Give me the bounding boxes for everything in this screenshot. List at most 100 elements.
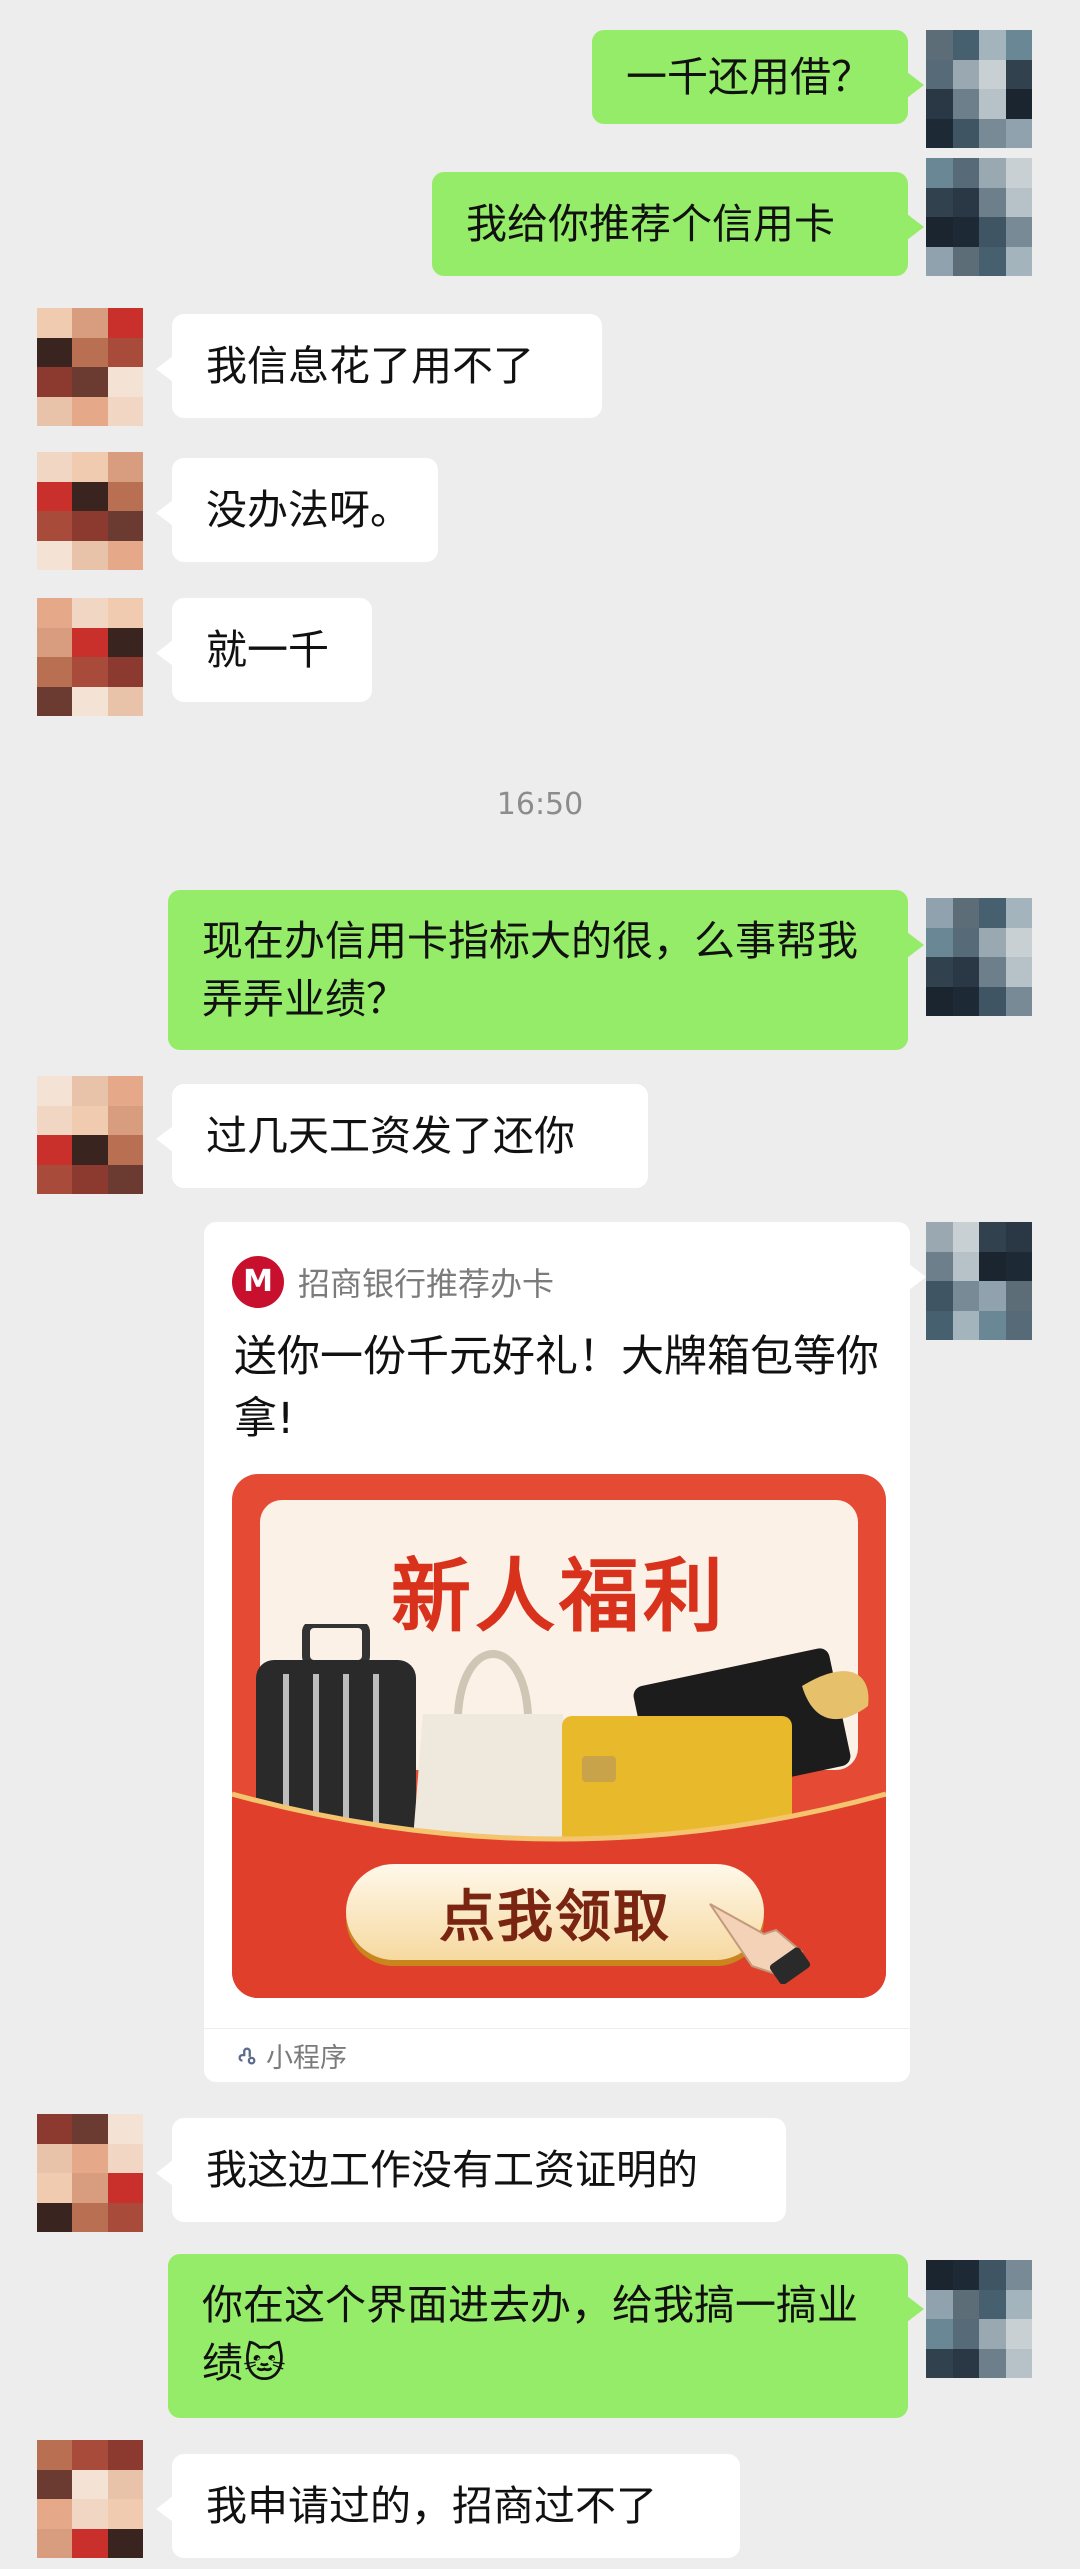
my-avatar[interactable]	[926, 30, 1032, 148]
avatar-mosaic-tile	[37, 2114, 73, 2144]
avatar-mosaic-tile	[37, 452, 73, 482]
avatar-mosaic-tile	[72, 2528, 108, 2558]
avatar-mosaic-tile	[952, 927, 979, 957]
contact-avatar[interactable]	[37, 2114, 143, 2232]
message-bubble-sent[interactable]: 你在这个界面进去办，给我搞一搞业绩🐱	[168, 2254, 924, 2418]
avatar-mosaic-tile	[926, 2348, 953, 2378]
avatar-mosaic-tile	[72, 367, 108, 397]
avatar-mosaic-tile	[72, 481, 108, 511]
message-bubble-sent[interactable]: 现在办信用卡指标大的很，么事帮我弄弄业绩？	[168, 890, 924, 1050]
my-avatar[interactable]	[926, 158, 1032, 276]
avatar-mosaic-tile	[952, 2260, 979, 2290]
avatar-mosaic-tile	[107, 2469, 143, 2499]
avatar-mosaic-tile	[979, 89, 1006, 119]
avatar-mosaic-tile	[37, 627, 73, 657]
cmb-logo-icon	[232, 1256, 284, 1308]
avatar-mosaic-tile	[979, 2260, 1006, 2290]
avatar-mosaic-tile	[72, 1105, 108, 1135]
avatar-mosaic-tile	[72, 686, 108, 716]
card-brand-name: 招商银行推荐办卡	[298, 1265, 555, 1303]
avatar-mosaic-tile	[926, 1222, 953, 1252]
avatar-mosaic-tile	[926, 2319, 953, 2349]
avatar-mosaic-tile	[37, 2143, 73, 2173]
card-banner-image[interactable]: 新人福利 点我领取	[232, 1474, 886, 1998]
my-avatar[interactable]	[926, 1222, 1032, 1340]
avatar-mosaic-tile	[72, 396, 108, 426]
avatar-mosaic-tile	[72, 1164, 108, 1194]
avatar-mosaic-tile	[952, 217, 979, 247]
my-avatar[interactable]	[926, 2260, 1032, 2378]
avatar-mosaic-tile	[926, 246, 953, 276]
chat-timestamp: 16:50	[496, 787, 584, 822]
avatar-mosaic-tile	[952, 2289, 979, 2319]
avatar-mosaic-tile	[72, 337, 108, 367]
avatar-mosaic-tile	[979, 246, 1006, 276]
message-bubble-received[interactable]: 我这边工作没有工资证明的	[156, 2118, 786, 2222]
avatar-mosaic-tile	[72, 511, 108, 541]
contact-avatar[interactable]	[37, 308, 143, 426]
avatar-mosaic-tile	[1005, 1281, 1032, 1311]
avatar-mosaic-tile	[37, 2528, 73, 2558]
avatar-mosaic-tile	[1005, 898, 1032, 928]
avatar-mosaic-tile	[1005, 246, 1032, 276]
avatar-mosaic-tile	[979, 2289, 1006, 2319]
avatar-mosaic-tile	[979, 217, 1006, 247]
avatar-mosaic-tile	[926, 1251, 953, 1281]
avatar-mosaic-tile	[926, 187, 953, 217]
contact-avatar[interactable]	[37, 2440, 143, 2558]
avatar-mosaic-tile	[926, 118, 953, 148]
avatar-mosaic-tile	[72, 1076, 108, 1106]
avatar-mosaic-tile	[1005, 118, 1032, 148]
avatar-mosaic-tile	[979, 898, 1006, 928]
avatar-mosaic-tile	[72, 598, 108, 628]
avatar-mosaic-tile	[979, 1281, 1006, 1311]
avatar-mosaic-tile	[1005, 1310, 1032, 1340]
avatar-mosaic-tile	[979, 1310, 1006, 1340]
message-bubble-received[interactable]: 就一千	[156, 598, 372, 702]
avatar-mosaic-tile	[1005, 2260, 1032, 2290]
avatar-mosaic-tile	[979, 957, 1006, 987]
avatar-mosaic-tile	[72, 2499, 108, 2529]
avatar-mosaic-tile	[107, 481, 143, 511]
avatar-mosaic-tile	[1005, 187, 1032, 217]
avatar-mosaic-tile	[926, 986, 953, 1016]
avatar-mosaic-tile	[1005, 89, 1032, 119]
avatar-mosaic-tile	[37, 337, 73, 367]
avatar-mosaic-tile	[72, 2143, 108, 2173]
message-bubble-received[interactable]: 过几天工资发了还你	[156, 1084, 648, 1188]
avatar-mosaic-tile	[107, 1076, 143, 1106]
avatar-mosaic-tile	[107, 452, 143, 482]
avatar-mosaic-tile	[926, 89, 953, 119]
avatar-mosaic-tile	[926, 2260, 953, 2290]
avatar-mosaic-tile	[107, 367, 143, 397]
card-title: 送你一份千元好礼！大牌箱包等你拿!	[234, 1332, 879, 1444]
avatar-mosaic-tile	[952, 957, 979, 987]
avatar-mosaic-tile	[107, 337, 143, 367]
message-bubble-sent[interactable]: 我给你推荐个信用卡	[432, 172, 924, 276]
avatar-mosaic-tile	[37, 686, 73, 716]
message-bubble-received[interactable]: 我申请过的，招商过不了	[156, 2454, 740, 2558]
contact-avatar[interactable]	[37, 598, 143, 716]
avatar-mosaic-tile	[952, 898, 979, 928]
avatar-mosaic-tile	[72, 657, 108, 687]
avatar-mosaic-tile	[979, 2319, 1006, 2349]
avatar-mosaic-tile	[1005, 2289, 1032, 2319]
my-avatar[interactable]	[926, 898, 1032, 1016]
contact-avatar[interactable]	[37, 1076, 143, 1194]
avatar-mosaic-tile	[37, 481, 73, 511]
card-footer: 小程序	[204, 2028, 910, 2082]
avatar-mosaic-tile	[979, 986, 1006, 1016]
avatar-mosaic-tile	[952, 59, 979, 89]
avatar-mosaic-tile	[979, 2348, 1006, 2378]
avatar-mosaic-tile	[1005, 1222, 1032, 1252]
contact-avatar[interactable]	[37, 452, 143, 570]
message-bubble-received[interactable]: 我信息花了用不了	[156, 314, 602, 418]
mini-program-card[interactable]: 招商银行推荐办卡 送你一份千元好礼！大牌箱包等你拿! 新人福利 点我领取	[204, 1222, 926, 2082]
message-bubble-received[interactable]: 没办法呀。	[156, 458, 438, 562]
avatar-mosaic-tile	[37, 2499, 73, 2529]
avatar-mosaic-tile	[37, 1076, 73, 1106]
avatar-mosaic-tile	[107, 396, 143, 426]
avatar-mosaic-tile	[952, 187, 979, 217]
avatar-mosaic-tile	[72, 2469, 108, 2499]
message-bubble-sent[interactable]: 一千还用借？	[592, 30, 924, 124]
